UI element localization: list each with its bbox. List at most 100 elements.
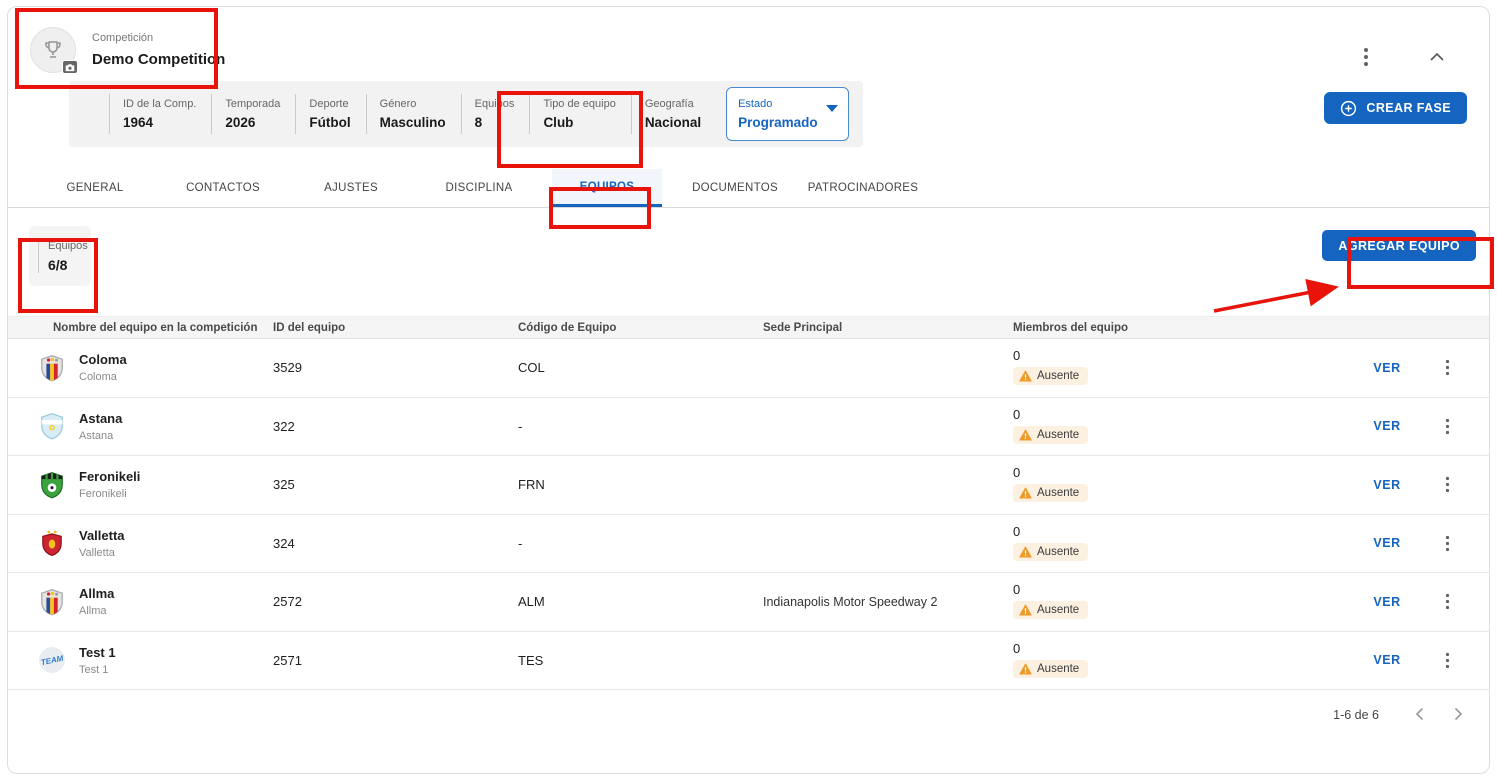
- info-item-equipos: Equipos 8: [460, 94, 530, 134]
- competition-label: Competición: [92, 32, 154, 44]
- crear-fase-button[interactable]: CREAR FASE: [1324, 92, 1467, 124]
- warning-icon: [1019, 370, 1032, 382]
- team-id: 324: [273, 535, 295, 551]
- status-badge: Ausente: [1013, 601, 1089, 620]
- kebab-icon: [1445, 652, 1449, 668]
- team-code: TES: [518, 652, 544, 668]
- info-item-genero: Género Masculino: [365, 94, 461, 134]
- team-logo: [41, 413, 63, 440]
- pagination-range: 1-6 de 6: [1333, 708, 1379, 722]
- ver-button[interactable]: VER: [1373, 653, 1400, 667]
- tab-contactos[interactable]: CONTACTOS: [168, 169, 278, 207]
- ver-button[interactable]: VER: [1373, 361, 1400, 375]
- next-page-button[interactable]: [1446, 703, 1471, 728]
- ver-button[interactable]: VER: [1373, 595, 1400, 609]
- info-item-deporte: Deporte Fútbol: [295, 94, 365, 134]
- teams-table: Nombre del equipo en la competición ID d…: [8, 316, 1489, 740]
- tab-disciplina[interactable]: DISCIPLINA: [424, 169, 534, 207]
- team-code: ALM: [518, 594, 545, 610]
- team-venue: Indianapolis Motor Speedway 2: [763, 594, 938, 609]
- team-code: -: [518, 535, 523, 551]
- team-id: 3529: [273, 360, 302, 376]
- camera-icon[interactable]: [62, 60, 78, 74]
- tab-general[interactable]: GENERAL: [40, 169, 150, 207]
- tab-documentos[interactable]: DOCUMENTOS: [680, 169, 790, 207]
- warning-icon: [1019, 487, 1032, 499]
- team-logo: [42, 530, 62, 557]
- page-title: Demo Competition: [92, 51, 226, 68]
- competition-avatar[interactable]: [30, 27, 78, 74]
- info-item-temporada: Temporada 2026: [211, 94, 295, 134]
- kebab-icon: [1445, 477, 1449, 493]
- row-menu-button[interactable]: [1441, 648, 1454, 673]
- team-logo: [41, 354, 63, 382]
- team-id: 325: [273, 477, 295, 493]
- kebab-icon: [1445, 594, 1449, 610]
- table-row: Feronikeli Feronikeli 325 FRN 0 Ausente V…: [8, 456, 1489, 515]
- ver-button[interactable]: VER: [1373, 419, 1400, 433]
- ver-button[interactable]: VER: [1373, 536, 1400, 550]
- team-logo: [41, 471, 63, 499]
- info-item-tipo-equipo: Tipo de equipo Club: [529, 94, 630, 134]
- table-row: TEAM Test 1 Test 1 2571 TES 0 Ausente VER: [8, 631, 1489, 690]
- table-row: Allma Allma 2572 ALM Indianapolis Motor S…: [8, 573, 1489, 632]
- members-count: 0: [1013, 523, 1021, 539]
- team-id: 2572: [273, 594, 302, 610]
- row-menu-button[interactable]: [1441, 531, 1454, 556]
- trophy-icon: [45, 41, 61, 58]
- prev-page-button[interactable]: [1407, 703, 1432, 728]
- equipos-count-card: Equipos 6/8: [29, 226, 91, 286]
- members-count: 0: [1013, 582, 1021, 598]
- members-count: 0: [1013, 406, 1021, 422]
- ver-button[interactable]: VER: [1373, 478, 1400, 492]
- tab-ajustes[interactable]: AJUSTES: [296, 169, 406, 207]
- row-menu-button[interactable]: [1441, 472, 1454, 497]
- estado-dropdown[interactable]: Estado Programado: [726, 87, 849, 141]
- table-header-row: Nombre del equipo en la competición ID d…: [8, 316, 1489, 339]
- team-code: COL: [518, 360, 545, 376]
- caret-down-icon: [825, 104, 838, 112]
- more-options-button[interactable]: [1359, 43, 1373, 71]
- status-badge: Ausente: [1013, 484, 1089, 503]
- warning-icon: [1019, 546, 1032, 558]
- status-badge: Ausente: [1013, 367, 1089, 386]
- kebab-icon: [1445, 360, 1449, 376]
- tab-bar: GENERAL CONTACTOS AJUSTES DISCIPLINA EQU…: [8, 169, 1489, 208]
- row-menu-button[interactable]: [1441, 414, 1454, 439]
- chevron-left-icon: [1415, 707, 1424, 720]
- kebab-icon: [1445, 418, 1449, 434]
- chevron-up-icon: [1430, 52, 1444, 61]
- team-logo: [41, 588, 63, 616]
- collapse-button[interactable]: [1425, 48, 1449, 66]
- competition-page: Competición Demo Competition ID de la Co…: [7, 6, 1490, 774]
- table-row: Astana Astana 322 - 0 Ausente VER: [8, 397, 1489, 456]
- competition-info-bar: ID de la Comp. 1964 Temporada 2026 Depor…: [69, 81, 863, 147]
- plus-circle-icon: [1341, 100, 1357, 116]
- status-badge: Ausente: [1013, 542, 1089, 561]
- status-badge: Ausente: [1013, 425, 1089, 444]
- warning-icon: [1019, 429, 1032, 441]
- info-item-id: ID de la Comp. 1964: [109, 94, 211, 134]
- agregar-equipo-button[interactable]: AGREGAR EQUIPO: [1322, 230, 1476, 261]
- kebab-icon: [1364, 48, 1368, 66]
- members-count: 0: [1013, 465, 1021, 481]
- team-code: FRN: [518, 477, 545, 493]
- info-item-geografia: Geografía Nacional: [630, 94, 716, 134]
- equipos-count-value: 6/8: [48, 256, 68, 273]
- row-menu-button[interactable]: [1441, 355, 1454, 380]
- row-menu-button[interactable]: [1441, 589, 1454, 614]
- pagination: 1-6 de 6: [8, 690, 1489, 740]
- team-code: -: [518, 418, 523, 434]
- table-row: Valletta Valletta 324 - 0 Ausente VER: [8, 514, 1489, 573]
- table-row: Coloma Coloma 3529 COL 0 Ausente VER: [8, 339, 1489, 398]
- tab-patrocinadores[interactable]: PATROCINADORES: [808, 169, 918, 207]
- members-count: 0: [1013, 348, 1021, 364]
- status-badge: Ausente: [1013, 659, 1089, 678]
- team-id: 322: [273, 418, 295, 434]
- team-logo: TEAM: [39, 647, 65, 674]
- kebab-icon: [1445, 535, 1449, 551]
- tab-equipos[interactable]: EQUIPOS: [552, 169, 662, 207]
- chevron-right-icon: [1454, 707, 1463, 720]
- warning-icon: [1019, 663, 1032, 675]
- team-id: 2571: [273, 652, 302, 668]
